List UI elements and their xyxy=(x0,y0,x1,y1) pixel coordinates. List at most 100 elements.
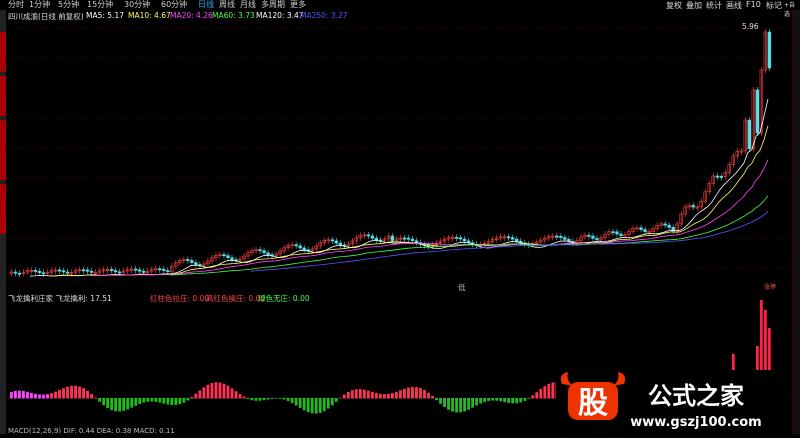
indicator-bar xyxy=(178,398,182,405)
candle-body xyxy=(462,238,467,242)
period-tab[interactable]: 1分钟 xyxy=(29,0,50,10)
indicator-bar xyxy=(350,390,354,399)
candle-body xyxy=(747,119,752,150)
indicator-bar xyxy=(334,398,338,402)
indicator-bar xyxy=(543,386,547,399)
indicator-bar xyxy=(374,392,378,399)
indicator-bar xyxy=(483,398,487,402)
indicator-bar xyxy=(354,389,358,399)
indicator-bar xyxy=(459,398,462,413)
indicator-bar xyxy=(443,398,446,408)
candle-body xyxy=(406,237,411,240)
indicator-bar xyxy=(186,398,190,401)
indicator-bar xyxy=(370,391,374,399)
candle-body xyxy=(615,231,619,235)
indicator-bar xyxy=(503,398,507,403)
indicator-bar xyxy=(326,398,330,409)
indicator-bar xyxy=(386,393,390,399)
indicator-bar xyxy=(78,386,81,399)
watermark-logo-char: 股 xyxy=(578,386,608,421)
indicator-bar xyxy=(82,388,85,399)
indicator-bar xyxy=(439,398,442,404)
candle-body xyxy=(298,245,302,249)
candle-body xyxy=(366,234,371,237)
indicator-bar xyxy=(395,391,398,399)
indicator-bar xyxy=(523,398,527,401)
indicator-bar xyxy=(54,391,57,399)
indicator-bar xyxy=(342,394,346,399)
ma-line xyxy=(170,195,769,276)
mark-button[interactable]: 标记 xyxy=(766,0,782,10)
period-tab[interactable]: 更多 xyxy=(290,0,306,10)
indicator-bar xyxy=(154,398,158,402)
add-watch-button[interactable]: +自选 xyxy=(784,0,800,18)
candle-body xyxy=(410,238,415,242)
candle-body xyxy=(17,272,22,275)
indicator-bar xyxy=(142,398,146,403)
indicator-bar xyxy=(238,394,242,399)
indicator-bar xyxy=(86,390,90,399)
candle-body xyxy=(138,269,142,272)
indicator-bar xyxy=(511,398,515,404)
indicator-bar xyxy=(346,391,350,399)
indicator-bar xyxy=(507,398,511,403)
indicator-bar xyxy=(102,398,106,406)
candlestick-chart[interactable] xyxy=(6,10,792,290)
indicator-bar xyxy=(290,398,294,403)
indicator-bar xyxy=(18,390,21,399)
indicator-bar xyxy=(14,390,17,399)
indicator-bar xyxy=(254,398,258,401)
indicator-bar xyxy=(519,398,523,403)
candle-body xyxy=(134,268,138,271)
indicator-bar xyxy=(262,398,266,401)
indicator-bar xyxy=(423,389,426,399)
period-tab[interactable]: 分时 xyxy=(8,0,24,10)
period-tab[interactable]: 30分钟 xyxy=(124,0,150,10)
indicator-bar xyxy=(66,386,69,399)
indicator-bar xyxy=(451,398,454,412)
draw-button[interactable]: 画线 xyxy=(726,0,742,10)
indicator-bar xyxy=(74,385,77,399)
candle-body xyxy=(117,271,122,274)
indicator-bar xyxy=(98,398,102,402)
candle-body xyxy=(230,257,234,260)
stat-button[interactable]: 统计 xyxy=(706,0,722,10)
candle-body xyxy=(37,270,42,273)
candle-body xyxy=(266,252,270,256)
period-tab[interactable]: 多周期 xyxy=(261,0,285,10)
indicator-bar xyxy=(435,398,438,401)
period-tab[interactable]: 5分钟 xyxy=(58,0,79,10)
indicator-bar xyxy=(130,398,134,408)
restore-button[interactable]: 复权 xyxy=(666,0,682,10)
candle-body xyxy=(222,254,226,257)
indicator-bar xyxy=(234,391,238,399)
indicator-bar xyxy=(278,398,282,399)
candle-body xyxy=(89,270,94,273)
indicator-bar xyxy=(218,382,222,399)
period-tab[interactable]: 日线 xyxy=(198,0,214,10)
candle-body xyxy=(402,237,407,240)
period-tab[interactable]: 60分钟 xyxy=(161,0,187,10)
indicator-bar xyxy=(306,398,310,413)
candle-body xyxy=(507,236,511,239)
overlay-button[interactable]: 叠加 xyxy=(686,0,702,10)
right-scroll-strip[interactable] xyxy=(792,10,800,434)
indicator-bar xyxy=(463,398,466,412)
indicator-bar xyxy=(70,385,73,399)
indicator-bar xyxy=(122,398,126,411)
indicator-bar xyxy=(94,397,98,399)
indicator-bar xyxy=(294,398,298,406)
period-tab[interactable]: 周线 xyxy=(219,0,235,10)
indicator-bar xyxy=(110,398,114,411)
indicator-bar xyxy=(535,392,539,399)
period-tab[interactable]: 15分钟 xyxy=(87,0,113,10)
f10-button[interactable]: F10 xyxy=(746,0,761,10)
indicator-bar xyxy=(298,398,302,408)
period-tab[interactable]: 月线 xyxy=(240,0,256,10)
candle-body xyxy=(587,234,591,237)
candle-body xyxy=(330,239,334,242)
indicator-bar xyxy=(495,398,499,401)
indicator-bar xyxy=(158,398,162,403)
indicator-bar xyxy=(26,391,29,399)
candle-body xyxy=(85,269,90,272)
